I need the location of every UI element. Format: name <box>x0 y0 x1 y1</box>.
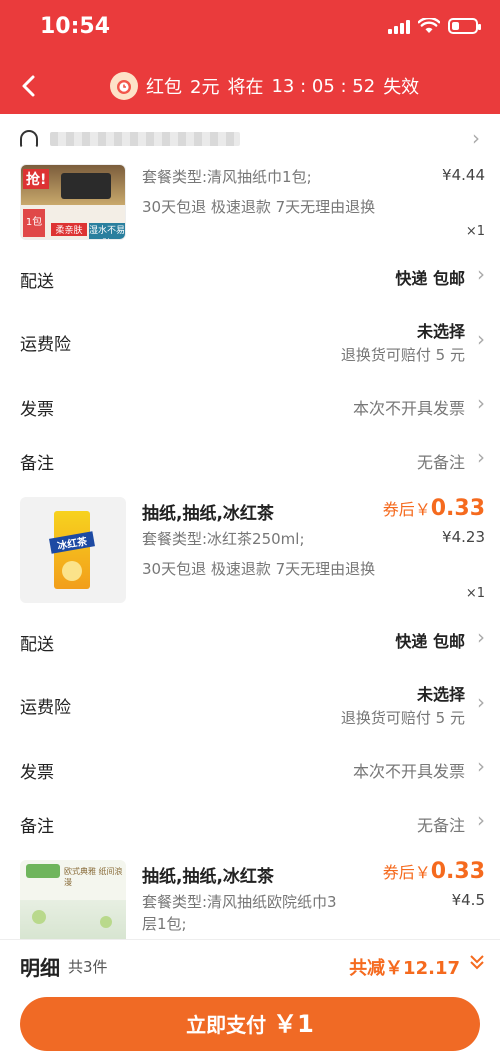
product-services: 30天包退 极速退款 7天无理由退换 <box>142 560 376 578</box>
delivery-value[interactable]: 快递 包邮 <box>395 628 465 652</box>
chevron-right-icon: › <box>477 625 485 649</box>
wifi-icon <box>418 18 440 33</box>
summary-bar[interactable]: 明细 共3件 共减￥12.17 <box>0 939 500 991</box>
chevron-right-icon: › <box>472 126 480 150</box>
summary-count: 共3件 <box>68 958 108 976</box>
shipping-insurance-label: 运费险 <box>20 335 71 355</box>
product-thumbnail[interactable]: 抢! 1包 柔亲肤 湿水不易破 <box>20 164 126 240</box>
alarm-clock-icon <box>110 72 138 100</box>
invoice-label: 发票 <box>20 400 54 420</box>
shipping-insurance-sub: 退换货可赔付 5 元 <box>340 346 465 364</box>
shop-header[interactable]: › <box>20 126 480 150</box>
status-icons <box>388 18 481 34</box>
note-label: 备注 <box>20 454 54 474</box>
back-icon[interactable] <box>14 70 46 102</box>
chevron-right-icon: › <box>477 445 485 469</box>
product-quantity: ×1 <box>465 224 485 239</box>
banner-amount: 2元 <box>190 77 220 98</box>
banner-prefix: 红包 <box>146 77 182 98</box>
delivery-label: 配送 <box>20 272 54 292</box>
invoice-value[interactable]: 本次不开具发票 <box>353 395 465 419</box>
coupon-price: 券后￥0.33 <box>382 859 485 884</box>
banner-countdown: 13 : 05 : 52 <box>271 75 376 97</box>
banner-suffix: 失效 <box>383 77 420 98</box>
invoice-value[interactable]: 本次不开具发票 <box>353 758 465 782</box>
note-value[interactable]: 无备注 <box>417 449 465 473</box>
invoice-label: 发票 <box>20 763 54 783</box>
summary-reduce[interactable]: 共减￥12.17 <box>349 954 460 980</box>
chevron-right-icon: › <box>477 690 485 714</box>
product-quantity: ×1 <box>465 586 485 601</box>
product-spec: 套餐类型:清风抽纸巾1包; <box>142 168 312 186</box>
shipping-insurance-value[interactable]: 未选择 <box>417 681 465 705</box>
status-bar: 10:54 <box>0 0 500 60</box>
red-packet-banner: 红包 2元 将在 13 : 05 : 52 失效 <box>110 72 419 100</box>
chevron-right-icon: › <box>477 754 485 778</box>
note-label: 备注 <box>20 817 54 837</box>
shipping-insurance-label: 运费险 <box>20 698 71 718</box>
chevron-right-icon: › <box>477 327 485 351</box>
pay-label: 立即支付 <box>186 1013 267 1037</box>
shop-name-blurred <box>50 132 240 146</box>
pay-amount: ￥1 <box>273 1010 314 1038</box>
shipping-insurance-value[interactable]: 未选择 <box>417 318 465 342</box>
product-spec: 套餐类型:清风抽纸欧院纸巾3层1包; <box>142 893 337 933</box>
product-thumbnail[interactable]: 欧式典雅 纸间浪漫 <box>20 860 126 939</box>
product-name: 抽纸,抽纸,冰红茶 <box>142 504 274 524</box>
status-time: 10:54 <box>40 14 111 39</box>
delivery-label: 配送 <box>20 635 54 655</box>
shop-icon <box>20 130 38 148</box>
product-thumbnail[interactable]: 冰红茶 <box>20 497 126 603</box>
signal-icon <box>388 18 410 34</box>
coupon-price: 券后￥0.33 <box>382 496 485 521</box>
banner-middle: 将在 <box>227 77 264 98</box>
shipping-insurance-sub: 退换货可赔付 5 元 <box>340 709 465 727</box>
double-chevron-down-icon[interactable] <box>468 952 486 972</box>
note-value[interactable]: 无备注 <box>417 812 465 836</box>
pay-now-button[interactable]: 立即支付 ￥1 <box>20 997 480 1051</box>
chevron-right-icon: › <box>477 391 485 415</box>
nav-bar: 红包 2元 将在 13 : 05 : 52 失效 <box>0 60 500 114</box>
product-price: ¥4.44 <box>442 166 485 184</box>
product-name: 抽纸,抽纸,冰红茶 <box>142 867 274 887</box>
order-panel[interactable]: › 抢! 1包 柔亲肤 湿水不易破 套餐类型:清风抽纸巾1包; ¥4.44 30… <box>0 114 500 939</box>
product-spec: 套餐类型:冰红茶250ml; <box>142 530 305 548</box>
chevron-right-icon: › <box>477 808 485 832</box>
delivery-value[interactable]: 快递 包邮 <box>395 265 465 289</box>
chevron-right-icon: › <box>477 262 485 286</box>
product-services: 30天包退 极速退款 7天无理由退换 <box>142 198 376 216</box>
product-price: ¥4.5 <box>451 891 485 909</box>
battery-icon <box>448 18 481 34</box>
product-price: ¥4.23 <box>442 528 485 546</box>
summary-title: 明细 <box>20 956 60 980</box>
